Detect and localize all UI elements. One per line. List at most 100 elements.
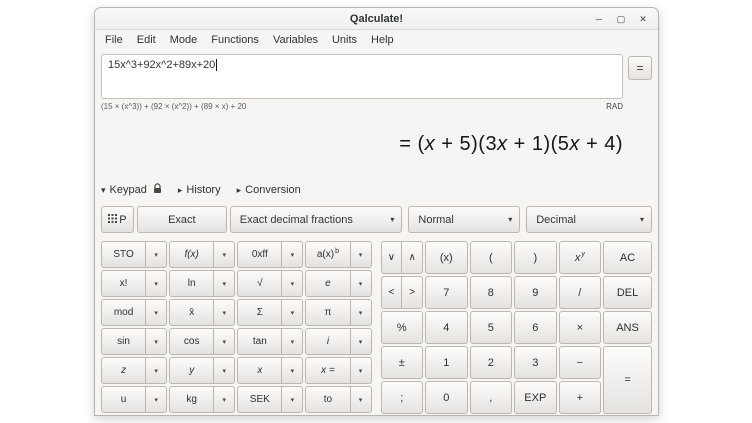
keypad-button-semicolon[interactable]: ; — [381, 381, 424, 414]
keypad-button-y[interactable]: y — [169, 357, 214, 384]
keypad-button-power[interactable]: xy — [559, 241, 602, 274]
keypad-button-mod[interactable]: mod — [101, 299, 146, 326]
keypad-button-pi[interactable]: π — [305, 299, 350, 326]
keypad-button-2[interactable]: 2 — [470, 346, 513, 379]
keypad-button-ac[interactable]: AC — [603, 241, 652, 274]
keypad-dropdown-imaginary[interactable]: ▾ — [351, 328, 372, 355]
keypad-button-0[interactable]: 0 — [425, 381, 468, 414]
keypad-button-5[interactable]: 5 — [470, 311, 513, 344]
menu-item-variables[interactable]: Variables — [266, 32, 325, 48]
keypad-button-sin[interactable]: sin — [101, 328, 146, 355]
keypad-dropdown-y[interactable]: ▾ — [214, 357, 235, 384]
keypad-button-8[interactable]: 8 — [470, 276, 513, 309]
keypad-dropdown-mean[interactable]: ▾ — [214, 299, 235, 326]
tab-keypad[interactable]: ▾ Keypad — [101, 183, 162, 197]
keypad-button-sek[interactable]: SEK — [237, 386, 282, 413]
keypad-button-open-paren[interactable]: ( — [470, 241, 513, 274]
keypad-dropdown-sum[interactable]: ▾ — [282, 299, 303, 326]
keypad-lock-icon[interactable] — [153, 183, 162, 197]
keypad-button-z[interactable]: z — [101, 357, 146, 384]
keypad-button-e[interactable]: e — [305, 270, 350, 297]
keypad-button-fx[interactable]: f(x) — [169, 241, 214, 268]
keypad-button-4[interactable]: 4 — [425, 311, 468, 344]
keypad-button-equals[interactable]: = — [603, 346, 652, 414]
keypad-button-3[interactable]: 3 — [514, 346, 557, 379]
menu-item-functions[interactable]: Functions — [204, 32, 266, 48]
keypad-button-right[interactable]: > — [402, 276, 423, 309]
keypad-button-x[interactable]: x — [237, 357, 282, 384]
keypad-button-tan[interactable]: tan — [237, 328, 282, 355]
tab-history[interactable]: ▸ History — [178, 184, 221, 196]
keypad-button-sqrt[interactable]: √ — [237, 270, 282, 297]
keypad-button-down[interactable]: ∨ — [381, 241, 403, 274]
keypad-button-u[interactable]: u — [101, 386, 146, 413]
keypad-button-plus[interactable]: + — [559, 381, 602, 414]
keypad-dropdown-u[interactable]: ▾ — [146, 386, 167, 413]
minimize-icon[interactable]: ─ — [593, 13, 605, 25]
keypad-button-kg[interactable]: kg — [169, 386, 214, 413]
keypad-button-exp[interactable]: EXP — [514, 381, 557, 414]
keypad-button-function-ab[interactable]: a(x)b — [305, 241, 350, 268]
keypad-button-left[interactable]: < — [381, 276, 403, 309]
keypad-button-to[interactable]: to — [305, 386, 350, 413]
keypad-dropdown-sek[interactable]: ▾ — [282, 386, 303, 413]
menu-item-edit[interactable]: Edit — [130, 32, 163, 48]
keypad-button-sto[interactable]: STO — [101, 241, 146, 268]
titlebar[interactable]: Qalculate! ─ ▢ ✕ — [95, 8, 658, 30]
keypad-dropdown-pi[interactable]: ▾ — [351, 299, 372, 326]
keypad-button-percent[interactable]: % — [381, 311, 424, 344]
menu-item-mode[interactable]: Mode — [163, 32, 205, 48]
keypad-dropdown-function-ab[interactable]: ▾ — [351, 241, 372, 268]
keypad-button-decimal-separator[interactable]: , — [470, 381, 513, 414]
expression-input[interactable]: 15x^3+92x^2+89x+20 — [101, 54, 623, 99]
keypad-dropdown-factorial[interactable]: ▾ — [146, 270, 167, 297]
menu-item-file[interactable]: File — [98, 32, 130, 48]
keypad-button-ans[interactable]: ANS — [603, 311, 652, 344]
programming-keypad-toggle[interactable]: P — [101, 206, 134, 233]
keypad-button-6[interactable]: 6 — [514, 311, 557, 344]
maximize-icon[interactable]: ▢ — [615, 13, 627, 25]
keypad-button-7[interactable]: 7 — [425, 276, 468, 309]
calculate-button[interactable]: = — [628, 56, 652, 80]
keypad-button-hex[interactable]: 0xff — [237, 241, 282, 268]
keypad-button-minus[interactable]: − — [559, 346, 602, 379]
keypad-button-1[interactable]: 1 — [425, 346, 468, 379]
keypad-dropdown-x-equals[interactable]: ▾ — [351, 357, 372, 384]
keypad-button-ln[interactable]: ln — [169, 270, 214, 297]
keypad-dropdown-hex[interactable]: ▾ — [282, 241, 303, 268]
keypad-button-up[interactable]: ∧ — [402, 241, 423, 274]
keypad-button-plusminus[interactable]: ± — [381, 346, 424, 379]
keypad-dropdown-to[interactable]: ▾ — [351, 386, 372, 413]
display-mode-select[interactable]: Normal ▾ — [408, 206, 520, 233]
keypad-dropdown-z[interactable]: ▾ — [146, 357, 167, 384]
keypad-button-multiply[interactable]: × — [559, 311, 602, 344]
keypad-button-del[interactable]: DEL — [603, 276, 652, 309]
menu-item-help[interactable]: Help — [364, 32, 401, 48]
keypad-button-cos[interactable]: cos — [169, 328, 214, 355]
number-base-select[interactable]: Decimal ▾ — [526, 206, 652, 233]
close-icon[interactable]: ✕ — [637, 13, 649, 25]
keypad-dropdown-sqrt[interactable]: ▾ — [282, 270, 303, 297]
keypad-dropdown-tan[interactable]: ▾ — [282, 328, 303, 355]
keypad-dropdown-x[interactable]: ▾ — [282, 357, 303, 384]
keypad-dropdown-ln[interactable]: ▾ — [214, 270, 235, 297]
keypad-button-divide[interactable]: / — [559, 276, 602, 309]
keypad-button-x-parens[interactable]: (x) — [425, 241, 468, 274]
keypad-dropdown-mod[interactable]: ▾ — [146, 299, 167, 326]
keypad-dropdown-e[interactable]: ▾ — [351, 270, 372, 297]
keypad-button-mean[interactable]: x̄ — [169, 299, 214, 326]
keypad-dropdown-sto[interactable]: ▾ — [146, 241, 167, 268]
keypad-dropdown-sin[interactable]: ▾ — [146, 328, 167, 355]
keypad-dropdown-kg[interactable]: ▾ — [214, 386, 235, 413]
fraction-mode-select[interactable]: Exact decimal fractions ▾ — [230, 206, 403, 233]
keypad-dropdown-cos[interactable]: ▾ — [214, 328, 235, 355]
keypad-button-sum[interactable]: Σ — [237, 299, 282, 326]
keypad-button-x-equals[interactable]: x = — [305, 357, 350, 384]
keypad-dropdown-fx[interactable]: ▾ — [214, 241, 235, 268]
exact-toggle-button[interactable]: Exact — [137, 206, 227, 233]
tab-conversion[interactable]: ▸ Conversion — [237, 184, 301, 196]
keypad-button-factorial[interactable]: x! — [101, 270, 146, 297]
keypad-button-imaginary[interactable]: i — [305, 328, 350, 355]
keypad-button-close-paren[interactable]: ) — [514, 241, 557, 274]
keypad-button-9[interactable]: 9 — [514, 276, 557, 309]
